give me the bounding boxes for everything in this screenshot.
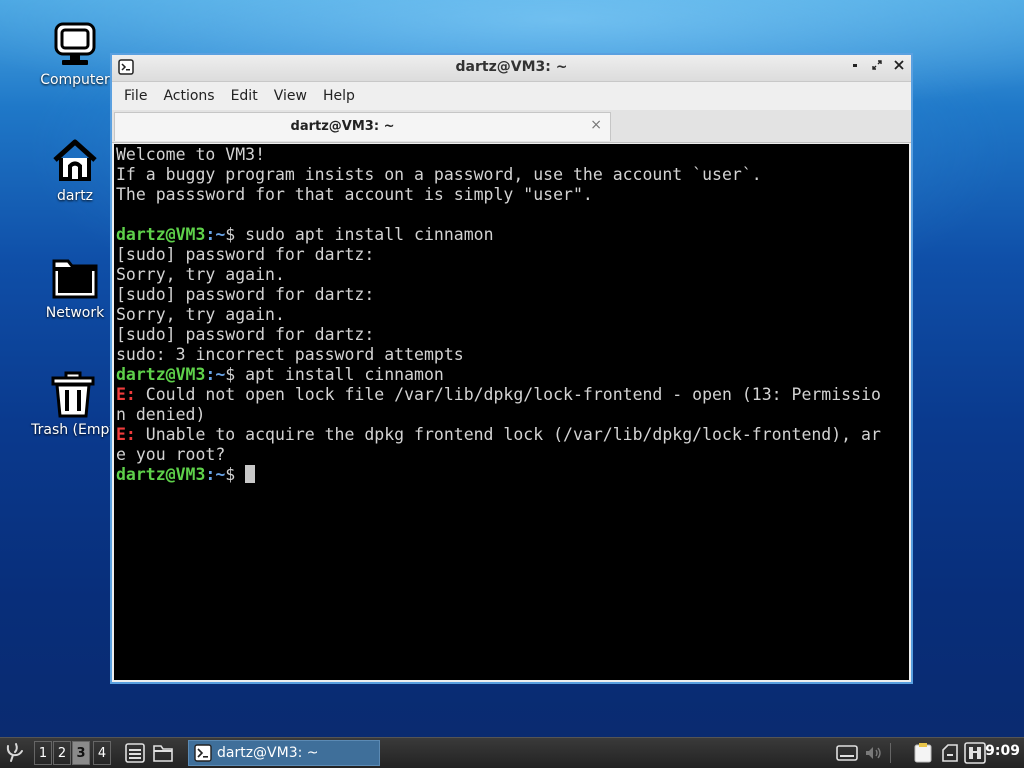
terminal-line: e you root? xyxy=(116,445,226,464)
prompt-path: :~ xyxy=(205,465,226,484)
clipboard-icon xyxy=(914,743,932,763)
drive-icon xyxy=(942,744,958,762)
home-icon xyxy=(53,139,97,181)
prompt-path: :~ xyxy=(205,365,226,384)
tab-close-icon[interactable]: × xyxy=(590,117,602,133)
taskbar-window-button[interactable]: dartz@VM3: ~ xyxy=(188,740,380,766)
terminal-prompt-line: dartz@VM3:~$ xyxy=(116,465,909,485)
menu-bar: File Actions Edit View Help xyxy=(112,82,911,110)
window-titlebar[interactable]: dartz@VM3: ~ xyxy=(112,55,911,82)
prompt-symbol: $ xyxy=(225,225,246,244)
menu-edit[interactable]: Edit xyxy=(223,82,266,110)
prompt-path: :~ xyxy=(205,225,226,244)
desktop-switch-1[interactable]: 1 xyxy=(34,741,52,765)
trash-icon xyxy=(51,371,95,418)
volume-icon xyxy=(866,747,881,759)
start-menu-button[interactable] xyxy=(4,741,26,765)
terminal-output[interactable]: Welcome to VM3! If a buggy program insis… xyxy=(114,144,909,680)
clock[interactable]: 9:09 xyxy=(985,743,1020,759)
desktop-icon-trash[interactable]: Trash (Empt xyxy=(23,370,123,438)
terminal-line: Sorry, try again. xyxy=(116,305,285,324)
tray-keyboard[interactable] xyxy=(836,743,858,767)
tab-terminal[interactable]: dartz@VM3: ~ × xyxy=(114,112,611,141)
tab-label: dartz@VM3: ~ xyxy=(290,119,395,134)
menu-actions[interactable]: Actions xyxy=(155,82,222,110)
desktop-switch-4[interactable]: 4 xyxy=(93,741,111,765)
terminal-line: n denied) xyxy=(116,405,206,424)
close-button[interactable] xyxy=(891,59,907,75)
tab-bar: dartz@VM3: ~ × xyxy=(112,110,911,143)
terminal-line: Sorry, try again. xyxy=(116,265,285,284)
error-text: Could not open lock file /var/lib/dpkg/l… xyxy=(135,385,881,404)
folder-icon xyxy=(153,745,173,762)
close-icon xyxy=(894,60,904,70)
menu-view[interactable]: View xyxy=(266,82,315,110)
prompt-symbol: $ xyxy=(225,465,246,484)
folder-icon xyxy=(52,259,98,299)
window-title: dartz@VM3: ~ xyxy=(455,59,568,75)
menu-help[interactable]: Help xyxy=(315,82,363,110)
tray-notes[interactable] xyxy=(912,742,934,768)
error-prefix: E: xyxy=(116,385,136,404)
desktop-switch-3[interactable]: 3 xyxy=(72,741,90,765)
command-text: apt install cinnamon xyxy=(245,365,444,384)
minimize-icon xyxy=(853,64,857,67)
tray-network[interactable] xyxy=(964,742,986,768)
quicklaunch-show-desktop[interactable] xyxy=(124,742,146,768)
terminal-line: Welcome to VM3! xyxy=(116,145,266,164)
terminal-line: The passsword for that account is simply… xyxy=(116,185,593,204)
tray-volume[interactable] xyxy=(863,743,883,767)
terminal-icon xyxy=(194,744,212,762)
terminal-error-line: E: Could not open lock file /var/lib/dpk… xyxy=(116,385,909,405)
tray-clipboard[interactable] xyxy=(890,743,899,763)
terminal-window: dartz@VM3: ~ File Actions Edit View Help… xyxy=(110,53,913,684)
error-text: Unable to acquire the dpkg frontend lock… xyxy=(135,425,881,444)
tray-removable[interactable] xyxy=(940,742,960,768)
lxqt-logo-icon xyxy=(6,743,23,762)
maximize-button[interactable] xyxy=(869,59,885,75)
taskbar-window-label: dartz@VM3: ~ xyxy=(217,745,319,761)
terminal-command-line: dartz@VM3:~$ sudo apt install cinnamon xyxy=(116,225,909,245)
maximize-icon xyxy=(872,60,882,70)
error-prefix: E: xyxy=(116,425,136,444)
terminal-line: If a buggy program insists on a password… xyxy=(116,165,762,184)
desktop-switch-2[interactable]: 2 xyxy=(53,741,71,765)
prompt-user: dartz@VM3 xyxy=(116,465,206,484)
network-icon xyxy=(964,742,986,764)
keyboard-icon xyxy=(836,745,858,761)
prompt-symbol: $ xyxy=(225,365,246,384)
menu-file[interactable]: File xyxy=(116,82,155,110)
prompt-user: dartz@VM3 xyxy=(116,365,206,384)
computer-icon xyxy=(54,22,96,65)
desktop-icon-label: dartz xyxy=(56,188,94,204)
terminal-command-line: dartz@VM3:~$ apt install cinnamon xyxy=(116,365,909,385)
terminal-line: [sudo] password for dartz: xyxy=(116,325,375,344)
quicklaunch-file-manager[interactable] xyxy=(152,742,174,768)
terminal-error-line: E: Unable to acquire the dpkg frontend l… xyxy=(116,425,909,445)
terminal-line: [sudo] password for dartz: xyxy=(116,245,375,264)
show-desktop-icon xyxy=(125,743,145,763)
minimize-button[interactable] xyxy=(847,59,863,75)
command-text: sudo apt install cinnamon xyxy=(245,225,494,244)
desktop-icon-label: Trash (Empt xyxy=(31,422,115,438)
desktop-icon-label: Computer xyxy=(40,72,110,88)
desktop-icon-label: Network xyxy=(45,305,105,321)
prompt-user: dartz@VM3 xyxy=(116,225,206,244)
terminal-line: [sudo] password for dartz: xyxy=(116,285,375,304)
taskbar: 1 2 3 4 dartz@VM3: ~ 9:09 xyxy=(0,737,1024,768)
terminal-line: sudo: 3 incorrect password attempts xyxy=(116,345,464,364)
text-cursor xyxy=(245,465,256,483)
